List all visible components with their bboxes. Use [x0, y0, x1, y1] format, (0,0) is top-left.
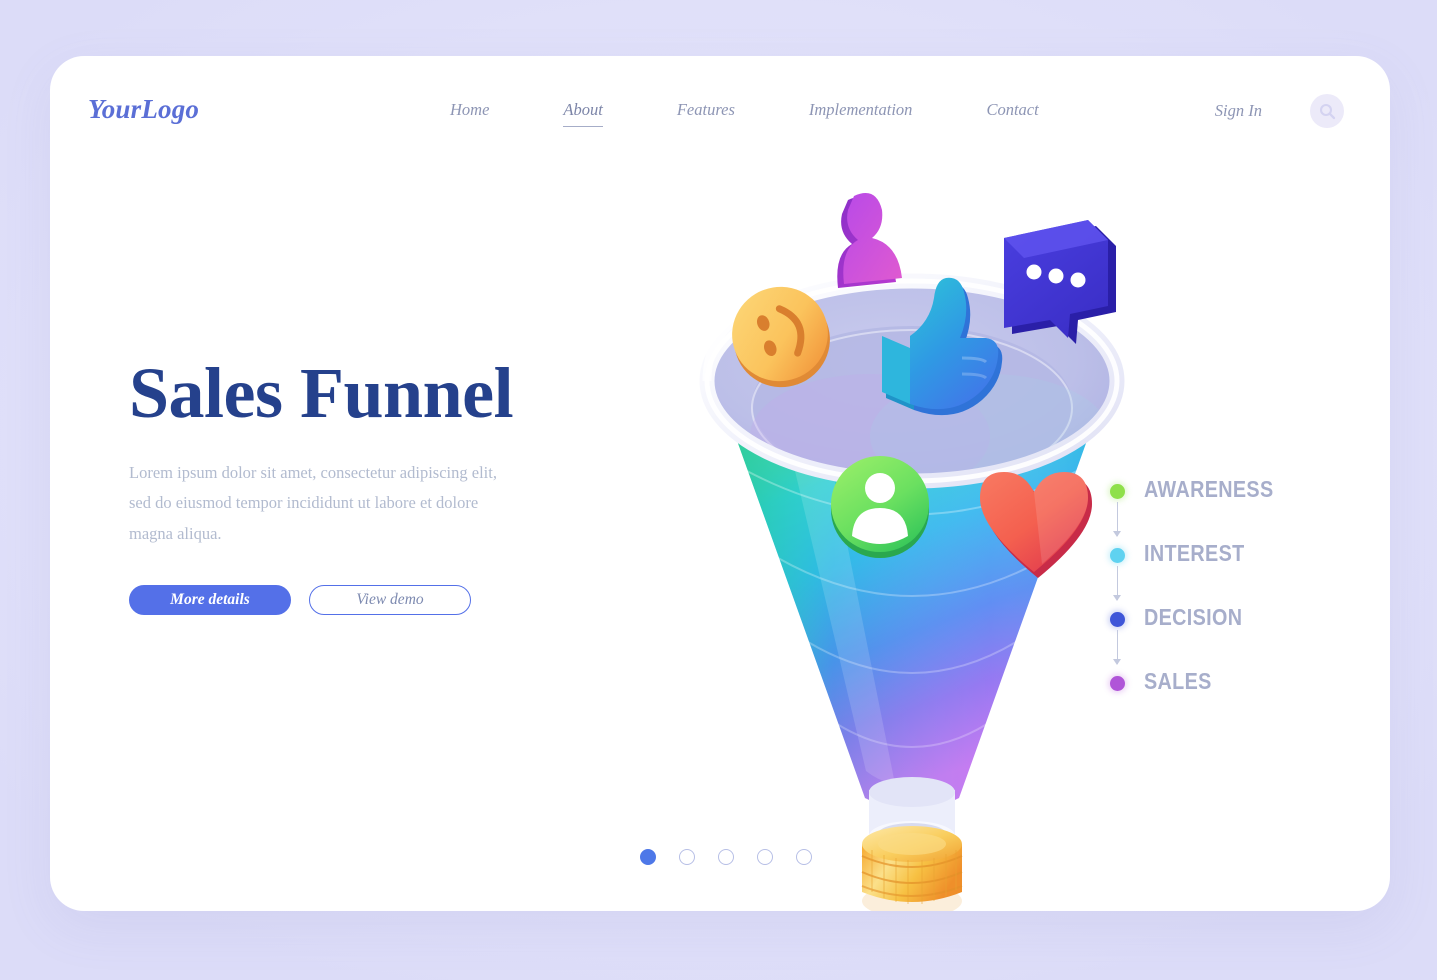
carousel-dot-2[interactable] — [679, 849, 695, 865]
stage-arrow-2 — [1112, 566, 1124, 601]
coin-stack-icon — [861, 826, 963, 911]
view-demo-button[interactable]: View demo — [309, 585, 471, 616]
hero-section: Sales Funnel Lorem ipsum dolor sit amet,… — [129, 353, 599, 616]
user-avatar-icon — [831, 456, 929, 558]
stage-awareness[interactable]: AWARENESS — [1110, 476, 1350, 540]
nav-item-contact[interactable]: Contact — [986, 100, 1038, 126]
hero-description: Lorem ipsum dolor sit amet, consectetur … — [129, 462, 497, 543]
carousel-dot-3[interactable] — [718, 849, 734, 865]
stage-decision[interactable]: DECISION — [1110, 604, 1350, 668]
carousel-dot-1[interactable] — [640, 849, 656, 865]
stage-dot-interest — [1110, 548, 1125, 563]
landing-page-card: YourLogo Home About Features Implementat… — [50, 56, 1390, 911]
funnel-stage-legend: AWARENESS INTEREST DECISION SALES — [1110, 476, 1350, 732]
speech-bubble-icon — [1004, 220, 1116, 344]
stage-dot-decision — [1110, 612, 1125, 627]
site-header: YourLogo Home About Features Implementat… — [50, 56, 1390, 166]
search-icon — [1319, 103, 1335, 119]
nav-item-implementation[interactable]: Implementation — [809, 100, 913, 126]
stage-arrow-1 — [1112, 502, 1124, 537]
hero-button-group: More details View demo — [129, 585, 599, 616]
stage-arrow-3 — [1112, 630, 1124, 665]
carousel-pagination — [50, 849, 1390, 865]
main-navigation: Home About Features Implementation Conta… — [450, 100, 1039, 127]
stage-label-awareness: AWARENESS — [1144, 476, 1274, 502]
search-button[interactable] — [1310, 94, 1344, 128]
sign-in-link[interactable]: Sign In — [1215, 101, 1262, 121]
stage-label-interest: INTEREST — [1144, 540, 1245, 566]
nav-item-home[interactable]: Home — [450, 100, 489, 126]
stage-interest[interactable]: INTEREST — [1110, 540, 1350, 604]
brand-logo[interactable]: YourLogo — [88, 94, 199, 125]
stage-dot-sales — [1110, 676, 1125, 691]
stage-label-decision: DECISION — [1144, 604, 1243, 630]
carousel-dot-5[interactable] — [796, 849, 812, 865]
more-details-button[interactable]: More details — [129, 585, 291, 616]
stage-dot-awareness — [1110, 484, 1125, 499]
carousel-dot-4[interactable] — [757, 849, 773, 865]
nav-item-features[interactable]: Features — [677, 100, 735, 126]
stage-label-sales: SALES — [1144, 668, 1212, 694]
person-silhouette-icon — [837, 193, 902, 288]
page-title: Sales Funnel — [129, 353, 514, 433]
nav-item-about[interactable]: About — [563, 100, 603, 127]
stage-sales[interactable]: SALES — [1110, 668, 1350, 732]
